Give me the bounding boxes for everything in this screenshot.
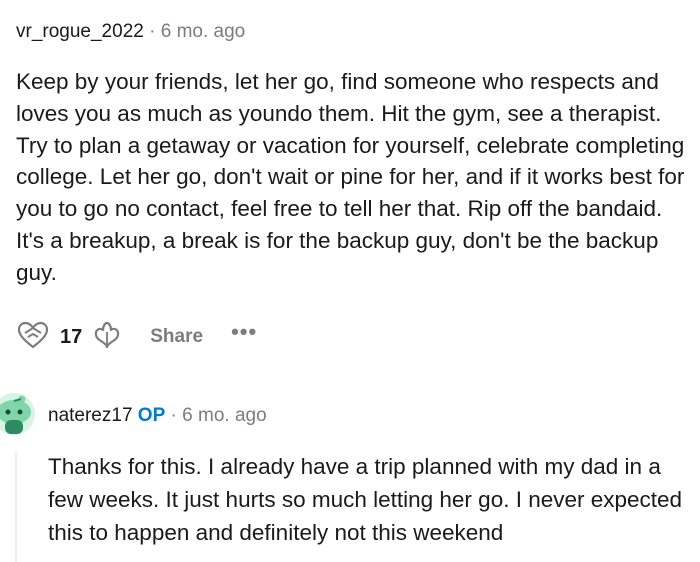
comment-actions: 17 Share ••• — [16, 319, 257, 355]
downvote-icon[interactable] — [92, 320, 122, 355]
username[interactable]: vr_rogue_2022 — [16, 21, 144, 42]
username[interactable]: naterez17 — [48, 405, 133, 426]
meta-separator: · — [170, 405, 177, 426]
comment: vr_rogue_2022 · 6 mo. ago Keep by your f… — [16, 18, 688, 289]
op-badge: OP — [137, 405, 166, 426]
upvote-heart-icon[interactable] — [16, 320, 50, 355]
comment: naterez17 OP · 6 mo. ago Thanks for this… — [48, 402, 688, 549]
comment-body: Keep by your friends, let her go, find s… — [16, 69, 685, 285]
share-button[interactable]: Share — [150, 326, 203, 348]
thread-line[interactable] — [15, 452, 17, 562]
vote-count: 17 — [60, 325, 83, 348]
snoo-avatar-icon[interactable] — [0, 390, 38, 438]
more-options-button[interactable]: ••• — [231, 319, 257, 345]
comment-body: Thanks for this. I already have a trip p… — [48, 454, 683, 545]
timestamp[interactable]: 6 mo. ago — [161, 21, 246, 42]
comment-meta: vr_rogue_2022 · 6 mo. ago — [16, 18, 688, 46]
timestamp[interactable]: 6 mo. ago — [182, 405, 267, 426]
meta-separator: · — [149, 21, 156, 42]
comment-meta: naterez17 OP · 6 mo. ago — [48, 402, 688, 430]
